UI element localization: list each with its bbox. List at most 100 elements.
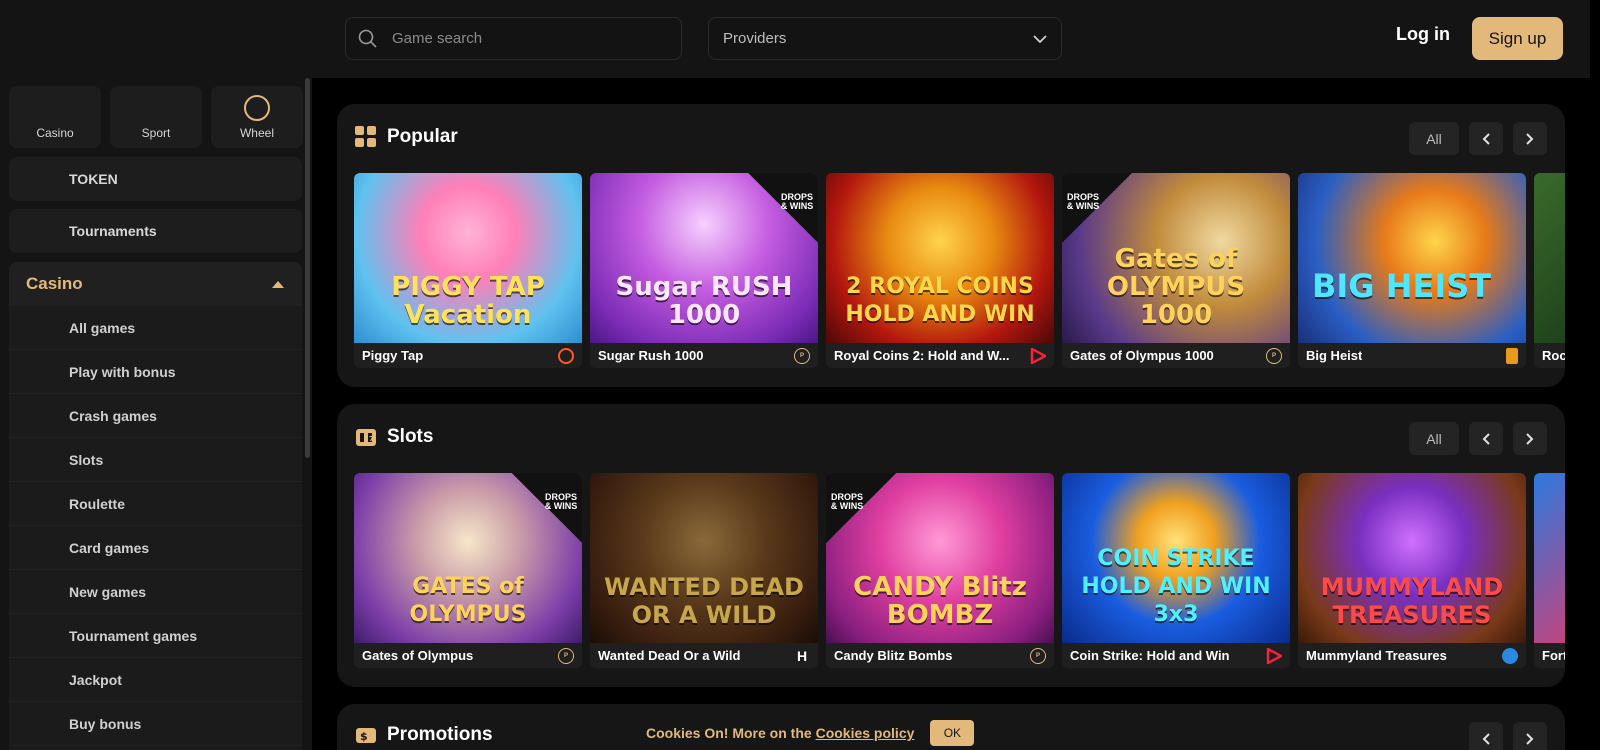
game-card-footer: Sugar Rush 1000 P <box>590 343 818 368</box>
game-thumbnail: WANTED DEAD OR A WILD <box>590 473 818 643</box>
game-thumbnail: PIGGY TAP Vacation <box>354 173 582 343</box>
gift-coupon-icon: $ <box>356 728 376 743</box>
chevron-left-icon <box>1482 132 1490 145</box>
game-card[interactable]: MUMMYLAND TREASURES Mummyland Treasures <box>1298 473 1526 668</box>
game-card-footer: Piggy Tap <box>354 343 582 368</box>
drops-badge-text: DROPS & WINS <box>1066 192 1100 211</box>
game-card[interactable]: WANTED DEAD OR A WILD Wanted Dead Or a W… <box>590 473 818 668</box>
tab-sport[interactable]: Sport <box>110 86 202 148</box>
sidebar-item-label: Crash games <box>69 407 157 424</box>
game-card[interactable]: DROPS & WINS Sugar RUSH 1000 Sugar Rush … <box>590 173 818 368</box>
game-thumbnail: DROPS & WINS Gates of OLYMPUS 1000 <box>1062 173 1290 343</box>
sidebar-item-tournament-games[interactable]: Tournament games <box>9 614 302 658</box>
game-name: Coin Strike: Hold and Win <box>1070 648 1230 663</box>
game-card-footer: Royal Coins 2: Hold and W... <box>826 343 1054 368</box>
game-card-footer: Wanted Dead Or a Wild H <box>590 643 818 668</box>
game-name: Sugar Rush 1000 <box>598 348 704 363</box>
game-art-title: WANTED DEAD OR A WILD <box>604 573 804 629</box>
game-art-title: COIN STRIKE HOLD AND WIN 3x3 <box>1081 546 1271 627</box>
game-card-footer: Roc <box>1534 343 1565 368</box>
cookie-ok-button[interactable]: OK <box>930 720 975 746</box>
sidebar-item-new-games[interactable]: New games <box>9 570 302 614</box>
sidebar-item-jackpot[interactable]: Jackpot <box>9 658 302 702</box>
popular-header: Popular <box>355 126 458 148</box>
sidebar-item-label: All games <box>69 319 136 336</box>
game-art-title: Gates of OLYMPUS 1000 <box>1106 244 1246 330</box>
slots-section: 7 Slots All DROPS & WINS GATES of OLYMPU… <box>337 404 1565 687</box>
providers-dropdown[interactable]: Providers <box>708 17 1062 60</box>
wheel-icon <box>244 95 270 121</box>
cookie-policy-link[interactable]: Cookies policy <box>816 725 915 741</box>
game-thumbnail: 2 ROYAL COINS HOLD AND WIN <box>826 173 1054 343</box>
game-card-footer: Fort <box>1534 643 1565 668</box>
game-card[interactable]: COIN STRIKE HOLD AND WIN 3x3 Coin Strike… <box>1062 473 1290 668</box>
popular-prev-button[interactable] <box>1469 122 1503 155</box>
game-art-title: GATES of OLYMPUS <box>409 574 527 627</box>
slots-prev-button[interactable] <box>1469 422 1503 455</box>
sidebar-item-slots[interactable]: Slots <box>9 438 302 482</box>
game-thumbnail <box>1534 173 1565 343</box>
game-card[interactable]: Fort <box>1534 473 1565 668</box>
popular-title: Popular <box>387 126 458 147</box>
game-card[interactable]: Roc <box>1534 173 1565 368</box>
game-name: Wanted Dead Or a Wild <box>598 648 741 663</box>
sidebar-item-tournaments[interactable]: Tournaments <box>9 209 302 253</box>
game-thumbnail: BIG HEIST <box>1298 173 1526 343</box>
casino-category-toggle[interactable]: Casino <box>9 262 302 306</box>
game-card[interactable]: BIG HEIST Big Heist <box>1298 173 1526 368</box>
game-card[interactable]: DROPS & WINS GATES of OLYMPUS Gates of O… <box>354 473 582 668</box>
game-card[interactable]: DROPS & WINS CANDY Blitz BOMBZ Candy Bli… <box>826 473 1054 668</box>
page: Providers Log in Sign up Casino Sport Wh… <box>0 0 1600 750</box>
slots-title: Slots <box>387 426 434 447</box>
sidebar-item-card-games[interactable]: Card games <box>9 526 302 570</box>
sidebar-item-label: Roulette <box>69 495 125 512</box>
slots-next-button[interactable] <box>1513 422 1547 455</box>
sidebar-item-label: Play with bonus <box>69 363 176 380</box>
sidebar-item-token-label: TOKEN <box>69 171 118 187</box>
popular-next-button[interactable] <box>1513 122 1547 155</box>
sidebar-item-all-games[interactable]: All games <box>9 306 302 350</box>
game-card[interactable]: PIGGY TAP Vacation Piggy Tap <box>354 173 582 368</box>
sidebar-item-label: New games <box>69 583 147 600</box>
promotions-prev-button[interactable] <box>1469 722 1503 750</box>
game-search-box[interactable] <box>345 17 682 60</box>
game-card-footer: Gates of Olympus P <box>354 643 582 668</box>
popular-section: Popular All PIGGY TAP Vacation Piggy Tap… <box>337 104 1565 387</box>
game-thumbnail: COIN STRIKE HOLD AND WIN 3x3 <box>1062 473 1290 643</box>
sidebar-item-roulette[interactable]: Roulette <box>9 482 302 526</box>
game-name: Royal Coins 2: Hold and W... <box>834 348 1010 363</box>
tab-casino[interactable]: Casino <box>9 86 101 148</box>
game-card-footer: Candy Blitz Bombs P <box>826 643 1054 668</box>
cookie-banner: Cookies On! More on the Cookies policy O… <box>646 720 975 746</box>
sidebar-item-label: Card games <box>69 539 150 556</box>
sidebar-scrollbar[interactable] <box>305 78 310 458</box>
sidebar-item-label: Buy bonus <box>69 715 142 732</box>
game-thumbnail: DROPS & WINS Sugar RUSH 1000 <box>590 173 818 343</box>
popular-all-button[interactable]: All <box>1409 122 1459 155</box>
drops-badge-text: DROPS & WINS <box>544 492 578 511</box>
sidebar-item-play-with-bonus[interactable]: Play with bonus <box>9 350 302 394</box>
slots-header: 7 Slots <box>355 426 433 448</box>
tab-wheel[interactable]: Wheel <box>211 86 303 148</box>
game-card[interactable]: DROPS & WINS Gates of OLYMPUS 1000 Gates… <box>1062 173 1290 368</box>
signup-button[interactable]: Sign up <box>1472 17 1563 60</box>
caret-up-icon <box>272 281 284 288</box>
slots-all-button[interactable]: All <box>1409 422 1459 455</box>
game-art-title: MUMMYLAND TREASURES <box>1320 573 1504 629</box>
sidebar-item-buy-bonus[interactable]: Buy bonus <box>9 702 302 746</box>
game-card-footer: Coin Strike: Hold and Win <box>1062 643 1290 668</box>
game-card[interactable]: 2 ROYAL COINS HOLD AND WIN Royal Coins 2… <box>826 173 1054 368</box>
svg-text:7: 7 <box>369 435 374 443</box>
login-button[interactable]: Log in <box>1396 24 1450 45</box>
game-art-title: Sugar RUSH 1000 <box>615 272 793 330</box>
chevron-right-icon <box>1526 432 1534 445</box>
sidebar-item-crash-games[interactable]: Crash games <box>9 394 302 438</box>
promotions-next-button[interactable] <box>1513 722 1547 750</box>
sidebar: Casino Sport Wheel TOKEN Tournaments Cas… <box>0 78 312 750</box>
game-search-input[interactable] <box>392 30 652 47</box>
promotions-header: $ Promotions <box>355 724 493 746</box>
promotions-controls <box>1469 722 1547 750</box>
game-name: Candy Blitz Bombs <box>834 648 953 663</box>
drops-and-wins-badge: DROPS & WINS <box>1062 173 1132 243</box>
sidebar-item-token[interactable]: TOKEN <box>9 157 302 201</box>
